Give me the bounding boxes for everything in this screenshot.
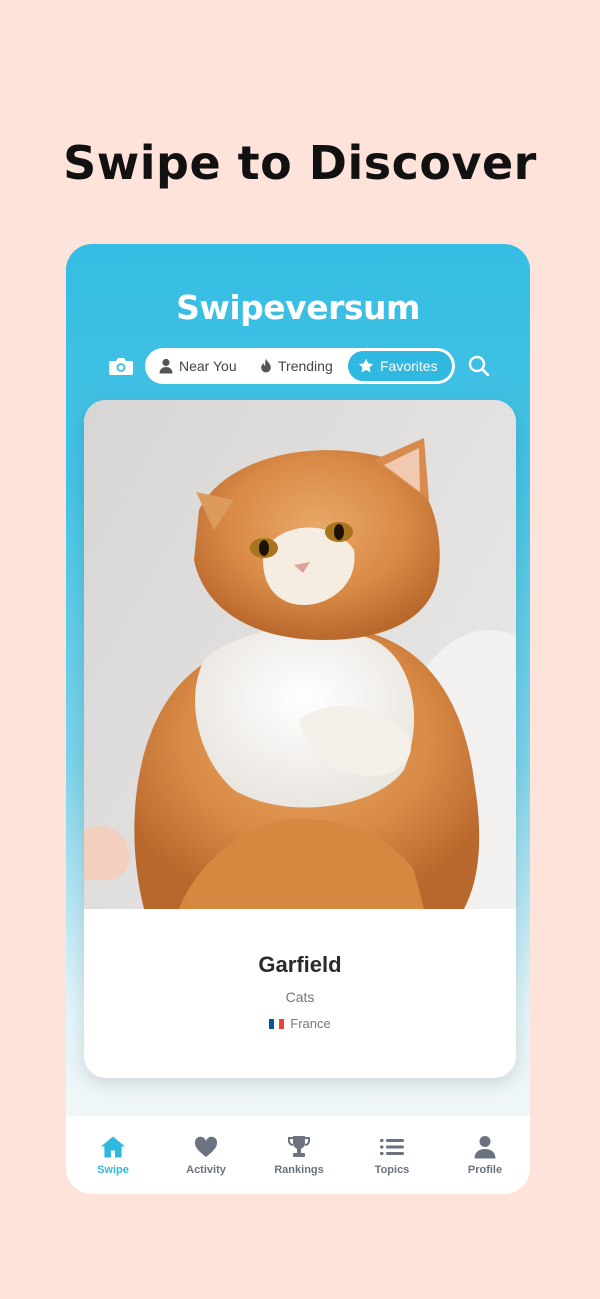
flame-icon [261, 358, 271, 373]
star-icon [358, 358, 374, 373]
tab-near-you[interactable]: Near You [149, 351, 247, 381]
pet-category: Cats [285, 989, 315, 1005]
tab-profile-label: Profile [467, 1164, 503, 1176]
tab-activity[interactable]: Activity [160, 1134, 252, 1176]
app-screen: Swipeversum Near You Trending Favorites … [66, 244, 530, 1194]
person-icon [159, 358, 173, 374]
tab-topics[interactable]: Topics [346, 1134, 438, 1176]
tab-rankings[interactable]: Rankings [253, 1134, 345, 1176]
tab-profile[interactable]: Profile [439, 1134, 530, 1176]
profile-card[interactable]: Garfield Cats France [84, 400, 516, 1078]
pet-name: Garfield [258, 952, 342, 977]
cat-photo [84, 400, 516, 909]
tab-favorites[interactable]: Favorites [348, 351, 452, 381]
search-icon[interactable] [466, 353, 492, 379]
tab-activity-label: Activity [186, 1164, 226, 1176]
user-icon [472, 1134, 498, 1160]
france-flag-icon [269, 1018, 285, 1029]
feed-filter: Near You Trending Favorites [145, 348, 455, 384]
home-icon [100, 1134, 126, 1160]
tab-topics-label: Topics [374, 1164, 410, 1176]
camera-icon[interactable] [108, 355, 134, 377]
heart-icon [193, 1134, 219, 1160]
tab-swipe[interactable]: Swipe [67, 1134, 159, 1176]
app-title: Swipeversum [176, 288, 420, 327]
bottom-tab-bar: Swipe Activity Rankings Topics Profile [66, 1116, 530, 1194]
trophy-icon [286, 1134, 312, 1160]
tab-swipe-label: Swipe [97, 1164, 129, 1176]
country-label: France [290, 1016, 331, 1031]
tab-favorites-label: Favorites [380, 358, 438, 374]
tab-rankings-label: Rankings [274, 1164, 324, 1176]
tab-trending-label: Trending [278, 358, 333, 374]
pet-country: France [84, 1016, 516, 1031]
tab-trending[interactable]: Trending [250, 351, 343, 381]
list-icon [379, 1134, 405, 1160]
headline: Swipe to Discover [63, 136, 537, 190]
tab-near-you-label: Near You [179, 358, 237, 374]
